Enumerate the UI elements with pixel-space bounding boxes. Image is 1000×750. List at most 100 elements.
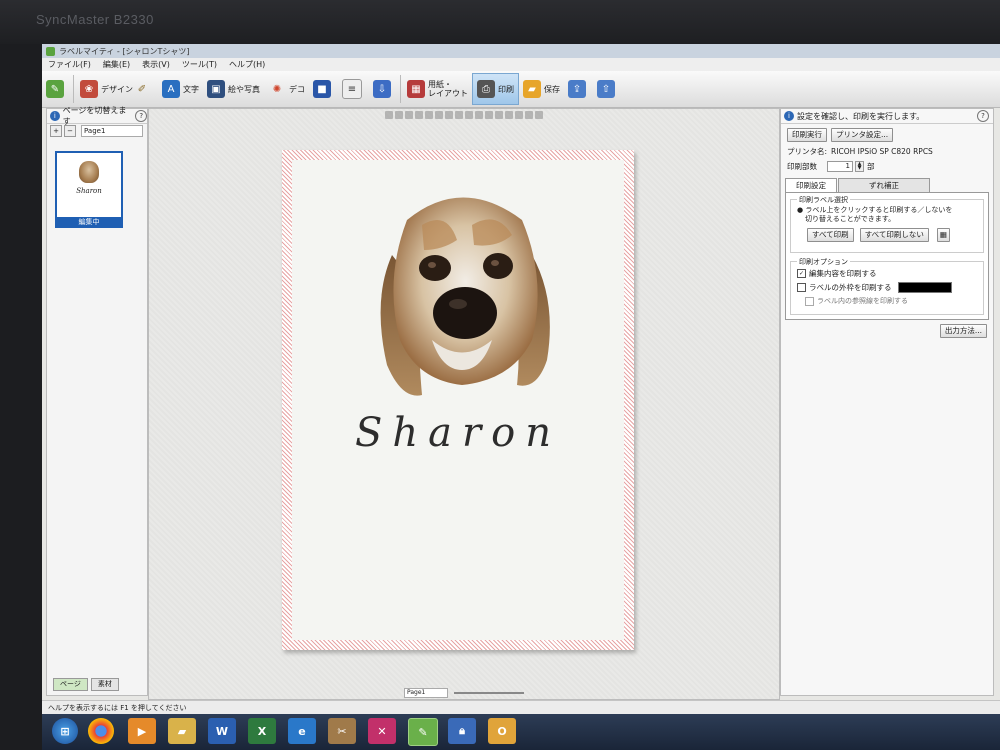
- tool-print[interactable]: ⎙ 印刷: [472, 73, 519, 105]
- grid-icon[interactable]: [515, 111, 523, 119]
- outlook-icon[interactable]: O: [488, 718, 516, 744]
- tool-print-label: 印刷: [498, 84, 514, 94]
- add-page-button[interactable]: +: [50, 125, 62, 137]
- help-icon[interactable]: ?: [135, 110, 147, 122]
- tool-list[interactable]: ≡: [338, 74, 369, 104]
- outer-frame-checkbox[interactable]: [797, 283, 806, 292]
- tool-export-2[interactable]: ⇧: [593, 74, 622, 104]
- page-panel: i ページを切替えます ? + − Page1 Sharon 編集中 ページ 素…: [46, 106, 148, 696]
- label-name-text[interactable]: Sharon: [292, 410, 624, 456]
- page-panel-header: i ページを切替えます ?: [47, 106, 147, 126]
- canvas-page-field[interactable]: Page1: [404, 688, 448, 698]
- media-player-icon[interactable]: ▶: [128, 718, 156, 744]
- tool-export-1[interactable]: ⇪: [564, 74, 593, 104]
- tool-save[interactable]: ▰ 保存: [519, 74, 564, 104]
- tool-shape[interactable]: ■: [309, 74, 338, 104]
- delete-page-button[interactable]: −: [64, 125, 76, 137]
- excel-icon[interactable]: X: [248, 718, 276, 744]
- app-icon-1[interactable]: ✂: [328, 718, 356, 744]
- copies-input[interactable]: 1: [827, 161, 853, 172]
- tab-print-settings[interactable]: 印刷設定: [785, 178, 837, 192]
- tool-import[interactable]: ⇩: [369, 74, 398, 104]
- rotate-icon[interactable]: [495, 111, 503, 119]
- deco-icon: ✺: [272, 83, 282, 95]
- cut-icon[interactable]: [405, 111, 413, 119]
- help-icon[interactable]: ?: [977, 110, 989, 122]
- page-panel-tabs: ページ 素材: [53, 678, 122, 691]
- tool-illust[interactable]: ▣ 絵や写真: [203, 74, 264, 104]
- print-settings-body: 印刷ラベル選択 ● ラベル上をクリックすると印刷する／しないを 切り替えることが…: [785, 192, 989, 320]
- bullet-icon: ●: [797, 206, 804, 214]
- option-edit-content[interactable]: ✓ 編集内容を印刷する: [797, 268, 983, 279]
- tool-paper-layout[interactable]: ▦ 用紙・ レイアウト: [403, 74, 472, 104]
- file-explorer-icon[interactable]: ▰: [168, 718, 196, 744]
- group-icon[interactable]: [465, 111, 473, 119]
- tool-paper-label-line2: レイアウト: [428, 89, 468, 98]
- toolbar-divider: [400, 75, 401, 103]
- zoom-icon[interactable]: [525, 111, 533, 119]
- tab-offset[interactable]: ずれ補正: [838, 178, 930, 192]
- word-icon[interactable]: W: [208, 718, 236, 744]
- undo-icon[interactable]: [385, 111, 393, 119]
- delete-icon[interactable]: [435, 111, 443, 119]
- zoom-slider[interactable]: [454, 692, 524, 694]
- menu-help[interactable]: ヘルプ(H): [229, 59, 265, 70]
- option-outer-frame[interactable]: ラベルの外枠を印刷する: [797, 282, 983, 293]
- lock-icon[interactable]: [535, 111, 543, 119]
- start-button[interactable]: ⊞: [52, 718, 78, 744]
- tool-back[interactable]: ✎: [42, 74, 71, 104]
- copy-icon[interactable]: [415, 111, 423, 119]
- frame-color-dropdown[interactable]: [897, 282, 952, 293]
- print-all-button[interactable]: すべて印刷: [807, 228, 854, 242]
- page-thumbnail[interactable]: Sharon: [55, 151, 123, 219]
- copies-unit: 部: [867, 162, 875, 171]
- windows-taskbar: ⊞ ▶ ▰ W X e ✂ ✕ ✎ 🔒︎ O: [42, 714, 1000, 750]
- tool-text[interactable]: A 文字: [158, 74, 203, 104]
- copies-row: 印刷部数 1 ▲ ▼ 部: [787, 161, 993, 172]
- layout-icon: ▦: [407, 80, 425, 98]
- dog-photo[interactable]: [362, 180, 562, 410]
- tool-design-label: デザイン: [101, 84, 133, 94]
- print-panel-title: 設定を確認し、印刷を実行します。: [797, 111, 925, 121]
- guide-lines-checkbox[interactable]: [805, 296, 814, 306]
- option-guide-lines[interactable]: ラベル内の参照線を印刷する: [805, 296, 983, 306]
- tool-text-label: 文字: [183, 84, 199, 94]
- menu-view[interactable]: 表示(V): [142, 59, 170, 70]
- label-select-hint-line1: ラベル上をクリックすると印刷する／しないを: [805, 206, 953, 214]
- print-none-button[interactable]: すべて印刷しない: [859, 228, 929, 242]
- menu-tools[interactable]: ツール(T): [182, 59, 217, 70]
- tool-paper-label-line1: 用紙・: [428, 80, 452, 89]
- tab-page[interactable]: ページ: [53, 678, 88, 691]
- print-options-title: 印刷オプション: [797, 257, 850, 267]
- output-method-button[interactable]: 出力方法...: [939, 324, 987, 338]
- tab-material[interactable]: 素材: [90, 678, 119, 691]
- print-execute-button[interactable]: 印刷実行: [787, 128, 827, 142]
- chrome-icon[interactable]: [88, 718, 114, 744]
- printer-name: RICOH IPSiO SP C820 RPCS: [831, 147, 933, 156]
- menu-file[interactable]: ファイル(F): [48, 59, 91, 70]
- menu-edit[interactable]: 編集(E): [103, 59, 130, 70]
- tool-deco[interactable]: ✺ デコ: [264, 74, 309, 104]
- redo-icon[interactable]: [395, 111, 403, 119]
- tool-deco-label: デコ: [289, 84, 305, 94]
- label-content: Sharon: [292, 160, 624, 640]
- internet-explorer-icon[interactable]: e: [288, 718, 316, 744]
- app-icon-2[interactable]: ✕: [368, 718, 396, 744]
- flip-icon[interactable]: [505, 111, 513, 119]
- ungroup-icon[interactable]: [475, 111, 483, 119]
- labelmighty-taskbar-icon[interactable]: ✎: [408, 718, 438, 746]
- lock-app-icon[interactable]: 🔒︎: [448, 718, 476, 744]
- app-icon: [46, 46, 55, 56]
- label-sheet[interactable]: Sharon: [282, 150, 634, 650]
- paste-icon[interactable]: [425, 111, 433, 119]
- page-name-field[interactable]: Page1: [81, 125, 143, 137]
- align-icon[interactable]: [485, 111, 493, 119]
- copies-stepper[interactable]: ▲ ▼: [855, 161, 864, 172]
- front-icon[interactable]: [445, 111, 453, 119]
- edit-content-checkbox[interactable]: ✓: [797, 269, 806, 278]
- tool-design[interactable]: ❀ デザイン ✐: [76, 74, 158, 104]
- back-icon[interactable]: [455, 111, 463, 119]
- printer-settings-button[interactable]: プリンタ設定...: [831, 128, 894, 142]
- menu-bar: ファイル(F) 編集(E) 表示(V) ツール(T) ヘルプ(H): [42, 58, 1000, 71]
- label-select-grid-button[interactable]: ▦: [936, 228, 950, 242]
